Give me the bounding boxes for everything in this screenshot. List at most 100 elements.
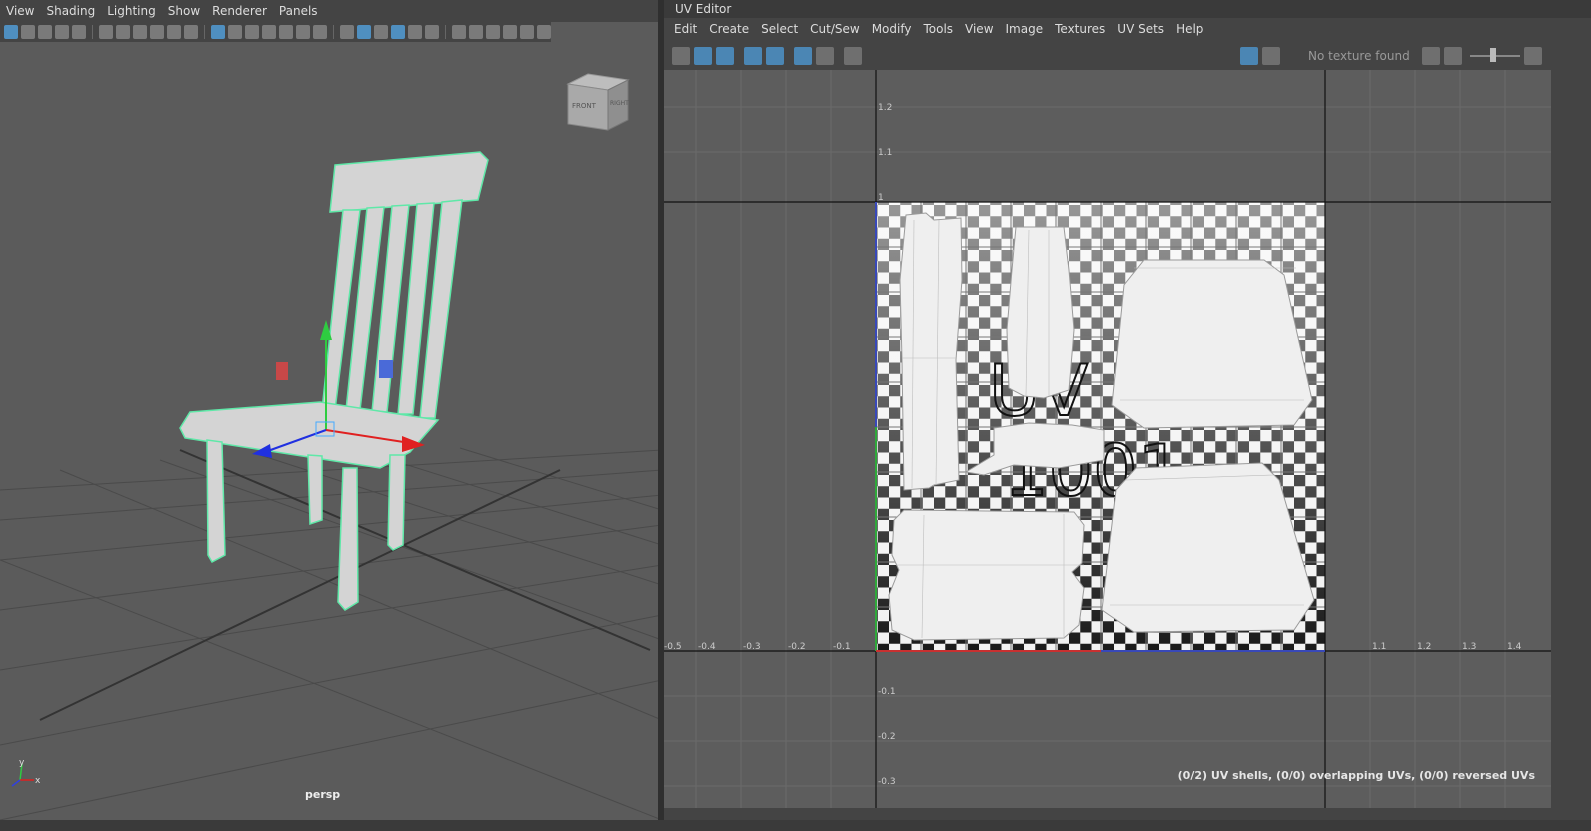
camera-label: persp xyxy=(305,788,341,801)
view-cube-right-label: RIGHT xyxy=(610,100,629,107)
chair-mesh[interactable] xyxy=(179,151,489,611)
bookmark-icon[interactable] xyxy=(38,25,52,39)
uv-canvas[interactable]: UV 1001 xyxy=(664,70,1551,808)
uv-editor-menubar: Edit Create Select Cut/Sew Modify Tools … xyxy=(664,18,1591,40)
bottom-status-bar xyxy=(0,820,1591,831)
isolate-select-icon[interactable] xyxy=(520,25,534,39)
image-ratio-icon[interactable] xyxy=(1444,47,1462,65)
axis-x-label: x xyxy=(35,776,41,786)
menu-edit[interactable]: Edit xyxy=(664,22,703,36)
uv-status-line: (0/2) UV shells, (0/0) overlapping UVs, … xyxy=(1177,769,1535,782)
x-tick-label: -0.2 xyxy=(788,642,806,652)
uv-editor-title: UV Editor xyxy=(675,2,732,16)
view-cube-front-label: FRONT xyxy=(572,102,597,110)
x-tick-label: -0.3 xyxy=(743,642,761,652)
grid-icon[interactable] xyxy=(794,47,812,65)
menu-renderer[interactable]: Renderer xyxy=(206,4,273,18)
2d-pan-icon[interactable] xyxy=(72,25,86,39)
safe-title-icon[interactable] xyxy=(313,25,327,39)
x-tick-label: 1.2 xyxy=(1417,642,1431,652)
wireframe-on-shaded-icon[interactable] xyxy=(391,25,405,39)
safe-action-icon[interactable] xyxy=(296,25,310,39)
checker-map-icon[interactable] xyxy=(1262,47,1280,65)
xray-icon[interactable] xyxy=(537,25,551,39)
menu-lighting[interactable]: Lighting xyxy=(101,4,162,18)
menu-cut-sew[interactable]: Cut/Sew xyxy=(804,22,866,36)
show-uv-shells-icon[interactable] xyxy=(694,47,712,65)
exposure-slider-handle[interactable] xyxy=(1490,48,1496,62)
y-tick-label: 1 xyxy=(878,193,884,203)
menu-show[interactable]: Show xyxy=(162,4,206,18)
color-management-icon[interactable] xyxy=(1422,47,1440,65)
film-gate-icon[interactable] xyxy=(228,25,242,39)
y-tick-label: 1.2 xyxy=(878,103,892,113)
motion-blur-icon[interactable] xyxy=(486,25,500,39)
distortion-icon[interactable] xyxy=(766,47,784,65)
y-tick-label: -0.2 xyxy=(878,732,896,742)
menu-select[interactable]: Select xyxy=(755,22,804,36)
uv-editor-titlebar[interactable]: UV Editor xyxy=(664,0,1591,18)
x-tick-label: -0.5 xyxy=(664,642,682,652)
toolbar-separator xyxy=(333,25,334,39)
toolbar-separator xyxy=(92,25,93,39)
default-material-icon[interactable] xyxy=(374,25,388,39)
ground-grid xyxy=(0,447,662,820)
shaded-uv-icon[interactable] xyxy=(744,47,762,65)
menu-view[interactable]: View xyxy=(0,4,40,18)
gate-mask-icon[interactable] xyxy=(262,25,276,39)
ambient-occlusion-icon[interactable] xyxy=(469,25,483,39)
x-tick-label: -0.4 xyxy=(698,642,716,652)
anti-aliasing-icon[interactable] xyxy=(503,25,517,39)
grease-pencil-icon[interactable] xyxy=(99,25,113,39)
lock-camera-icon[interactable] xyxy=(133,25,147,39)
viewport-toolbar xyxy=(0,22,551,42)
menu-panels[interactable]: Panels xyxy=(273,4,324,18)
menu-help[interactable]: Help xyxy=(1170,22,1209,36)
x-tick-label: -0.1 xyxy=(833,642,851,652)
menu-textures[interactable]: Textures xyxy=(1049,22,1111,36)
expand-toolbar-icon[interactable] xyxy=(1524,47,1542,65)
smooth-shade-icon[interactable] xyxy=(357,25,371,39)
snapshot-camera-icon[interactable] xyxy=(844,47,862,65)
x-tick-label: 1.1 xyxy=(1372,642,1386,652)
y-tick-label: -0.1 xyxy=(878,687,896,697)
image-plane-icon[interactable] xyxy=(55,25,69,39)
menu-tools[interactable]: Tools xyxy=(917,22,959,36)
viewport-canvas[interactable]: y x xyxy=(0,0,662,820)
resolution-gate-icon[interactable] xyxy=(245,25,259,39)
pen-icon[interactable] xyxy=(184,25,198,39)
menu-uv-sets[interactable]: UV Sets xyxy=(1111,22,1170,36)
shadows-icon[interactable] xyxy=(452,25,466,39)
bookmark-flag-icon[interactable] xyxy=(150,25,164,39)
menu-view[interactable]: View xyxy=(959,22,999,36)
field-chart-icon[interactable] xyxy=(279,25,293,39)
viewport-menubar: View Shading Lighting Show Renderer Pane… xyxy=(0,0,662,22)
menu-modify[interactable]: Modify xyxy=(866,22,918,36)
menu-shading[interactable]: Shading xyxy=(40,4,101,18)
camera-attributes-icon[interactable] xyxy=(21,25,35,39)
menu-create[interactable]: Create xyxy=(703,22,755,36)
perspective-viewport[interactable]: y x FRONT RIGHT View Shading Lighting Sh… xyxy=(0,0,662,820)
y-tick-label: -0.3 xyxy=(878,777,896,787)
display-image-icon[interactable] xyxy=(1240,47,1258,65)
show-uv-borders-icon[interactable] xyxy=(716,47,734,65)
grid-icon[interactable] xyxy=(211,25,225,39)
x-tick-label: 1.4 xyxy=(1507,642,1522,652)
toolbar-separator xyxy=(445,25,446,39)
uv-toolkit-icon[interactable] xyxy=(672,47,690,65)
snap-icon[interactable] xyxy=(167,25,181,39)
texture-status: No texture found xyxy=(1308,49,1410,63)
uv-editor-toolbar xyxy=(664,42,1591,70)
axis-y-label: y xyxy=(19,758,25,768)
menu-image[interactable]: Image xyxy=(1000,22,1050,36)
pixel-snap-icon[interactable] xyxy=(816,47,834,65)
textured-icon[interactable] xyxy=(408,25,422,39)
select-camera-icon[interactable] xyxy=(4,25,18,39)
camera-icon[interactable] xyxy=(116,25,130,39)
x-tick-label: 1.3 xyxy=(1462,642,1476,652)
y-tick-label: 1.1 xyxy=(878,148,892,158)
toolbar-separator xyxy=(204,25,205,39)
lights-icon[interactable] xyxy=(425,25,439,39)
wireframe-icon[interactable] xyxy=(340,25,354,39)
view-cube[interactable]: FRONT RIGHT xyxy=(566,72,630,139)
